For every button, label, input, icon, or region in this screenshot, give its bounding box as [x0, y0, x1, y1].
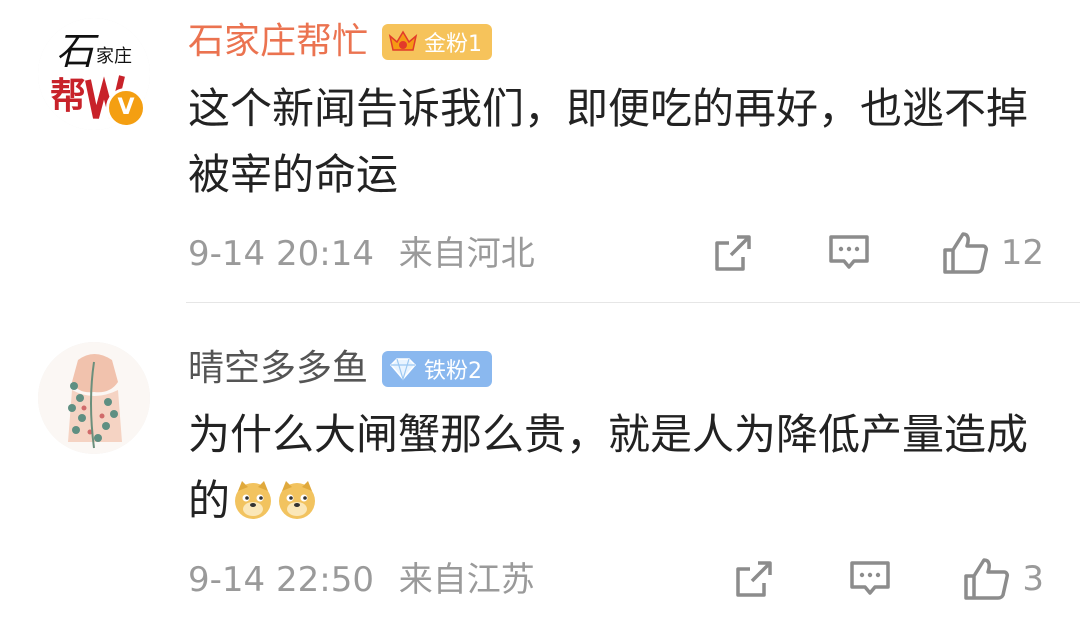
crown-icon: [386, 27, 420, 57]
comment-icon: [827, 231, 871, 275]
avatar[interactable]: [38, 342, 150, 454]
username[interactable]: 石家庄帮忙: [188, 17, 368, 67]
comment-actions: 3: [732, 556, 1044, 602]
doge-emoji: [276, 474, 318, 519]
reply-button[interactable]: [827, 231, 871, 275]
comment-location: 来自江苏: [398, 560, 535, 600]
comment-meta: 9-14 22:50 来自江苏: [188, 558, 535, 602]
comment-text: 为什么大闸蟹那么贵，就是人为降低产量造成的: [188, 402, 1048, 534]
comment-time: 9-14 20:14: [188, 234, 374, 274]
thumbs-up-icon: [962, 556, 1010, 602]
user-header: 石家庄帮忙 金粉1: [188, 17, 493, 67]
svg-text:石: 石: [56, 29, 99, 73]
like-button[interactable]: 12: [941, 230, 1044, 276]
reply-button[interactable]: [848, 557, 892, 601]
thumbs-up-icon: [941, 230, 989, 276]
share-icon: [711, 231, 755, 275]
share-button[interactable]: [711, 231, 755, 275]
comment-item: 晴空多多鱼 铁粉2 为什么大闸蟹那么贵，就是人为降低产量造成的 9-14 22:…: [0, 326, 1080, 626]
svg-text:家庄: 家庄: [96, 46, 132, 67]
avatar-illustration: [38, 342, 150, 454]
diamond-icon: [386, 354, 420, 384]
comment-location: 来自河北: [398, 234, 535, 274]
comment-actions: 12: [711, 230, 1044, 276]
fan-badge-label: 金粉1: [424, 32, 483, 57]
fan-badge-label: 铁粉2: [424, 359, 483, 384]
like-count: 3: [1022, 559, 1044, 599]
user-header: 晴空多多鱼 铁粉2: [188, 344, 493, 394]
share-icon: [732, 557, 776, 601]
share-button[interactable]: [732, 557, 776, 601]
comment-item: 石 家庄 帮 V 石家庄帮忙 金粉1 这个新闻告诉我们，即便吃的再好，也逃不掉被…: [0, 0, 1080, 302]
fan-badge[interactable]: 金粉1: [382, 24, 493, 60]
comment-meta: 9-14 20:14 来自河北: [188, 232, 535, 276]
verified-badge: V: [106, 88, 146, 128]
username[interactable]: 晴空多多鱼: [188, 344, 368, 394]
like-count: 12: [1000, 233, 1044, 273]
fan-badge[interactable]: 铁粉2: [382, 351, 493, 387]
comment-icon: [848, 557, 892, 601]
divider: [186, 302, 1080, 303]
comment-text: 这个新闻告诉我们，即便吃的再好，也逃不掉被宰的命运: [188, 84, 1029, 199]
like-button[interactable]: 3: [962, 556, 1044, 602]
doge-emoji: [232, 474, 274, 519]
comment-time: 9-14 22:50: [188, 560, 374, 600]
svg-text:帮: 帮: [50, 76, 86, 117]
